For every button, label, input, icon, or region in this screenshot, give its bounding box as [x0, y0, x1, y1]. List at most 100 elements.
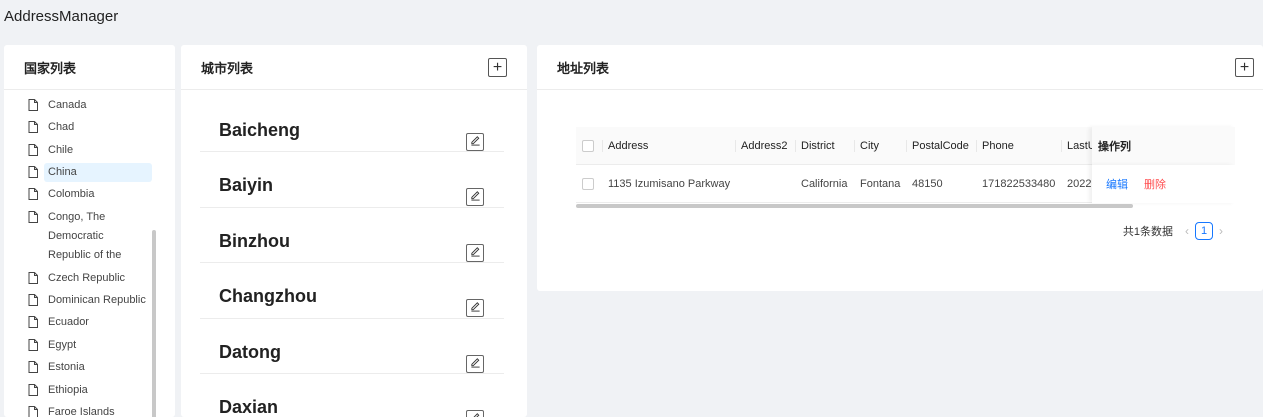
col-address2[interactable]: Address2	[735, 139, 795, 152]
country-item[interactable]: Ecuador	[4, 313, 152, 332]
edit-city-button[interactable]	[466, 188, 484, 207]
table-horizontal-scrollbar[interactable]	[576, 204, 1133, 208]
cell-actions: 编辑 删除	[1092, 165, 1235, 203]
country-item[interactable]: Egypt	[4, 336, 152, 355]
city-row[interactable]: Baiyin	[200, 152, 504, 208]
select-all-checkbox[interactable]	[582, 139, 594, 152]
country-item-label: Ecuador	[48, 316, 89, 328]
file-icon	[28, 338, 38, 351]
country-item-label: China	[44, 162, 152, 182]
row-checkbox[interactable]	[582, 177, 594, 190]
country-item-label: Colombia	[48, 188, 95, 200]
delete-address-link[interactable]: 删除	[1144, 176, 1166, 192]
city-panel-title: 城市列表	[201, 60, 254, 76]
edit-icon	[470, 410, 481, 417]
file-icon	[28, 383, 38, 396]
country-item-label: Dominican Republic	[48, 294, 146, 306]
city-row[interactable]: Datong	[200, 319, 504, 374]
edit-icon	[470, 244, 481, 262]
table-header: Address Address2 District City PostalCod…	[576, 127, 1235, 165]
country-item[interactable]: Congo, The Democratic Republic of the	[4, 208, 152, 265]
country-item[interactable]: China	[4, 162, 152, 182]
edit-icon	[470, 133, 481, 151]
app-title: AddressManager	[4, 8, 119, 25]
col-district[interactable]: District	[795, 139, 854, 152]
city-panel: 城市列表 + Baicheng Baiyin Binzhou Changzhou Dat…	[181, 45, 527, 417]
city-row[interactable]: Baicheng	[200, 97, 504, 153]
city-name: Daxian	[219, 396, 279, 417]
city-row[interactable]: Binzhou	[200, 208, 504, 264]
address-panel-header: 地址列表 +	[537, 45, 1263, 90]
city-row[interactable]: Changzhou	[200, 263, 504, 319]
address-panel: 地址列表 + Address Address2 District City Po…	[537, 45, 1263, 291]
prev-page-icon[interactable]: ‹	[1185, 224, 1189, 238]
cell-city: Fontana	[860, 177, 901, 190]
cell-address: 1135 Izumisano Parkway	[608, 177, 731, 190]
add-city-button[interactable]: +	[488, 58, 507, 77]
file-icon	[28, 271, 38, 284]
file-icon	[28, 316, 38, 328]
cell-district: California	[801, 177, 848, 190]
edit-icon	[470, 188, 481, 206]
select-all-cell	[576, 139, 602, 152]
country-item[interactable]: Ethiopia	[4, 381, 152, 400]
edit-icon	[470, 355, 481, 373]
city-row[interactable]: Daxian	[200, 374, 504, 417]
pagination-total: 共1条数据	[1122, 226, 1173, 238]
table-row: 1135 Izumisano Parkway California Fontan…	[576, 165, 1235, 203]
country-item[interactable]: Chad	[4, 118, 152, 137]
country-item-label: Egypt	[48, 338, 77, 351]
col-phone[interactable]: Phone	[976, 139, 1061, 152]
edit-city-button[interactable]	[466, 299, 484, 318]
add-address-button[interactable]: +	[1235, 58, 1254, 77]
country-panel-header: 国家列表	[4, 45, 175, 90]
address-panel-title: 地址列表	[557, 60, 610, 76]
country-item-label: Chad	[48, 121, 75, 133]
next-page-icon[interactable]: ›	[1219, 224, 1223, 238]
country-panel-title: 国家列表	[24, 60, 77, 76]
country-panel: 国家列表 Canada Chad Chile China Colombia Congo, …	[4, 45, 175, 417]
file-icon	[28, 211, 38, 223]
col-postal-code[interactable]: PostalCode	[906, 139, 976, 152]
country-item[interactable]: Colombia	[4, 185, 152, 204]
col-city[interactable]: City	[854, 139, 906, 152]
page-1-button[interactable]: 1	[1195, 222, 1213, 240]
city-list: Baicheng Baiyin Binzhou Changzhou Datong Daxi…	[200, 97, 504, 417]
file-icon	[28, 188, 38, 200]
country-scrollbar[interactable]	[152, 230, 156, 417]
country-item-label: Czech Republic	[48, 271, 126, 284]
file-icon	[28, 406, 38, 417]
address-table: Address Address2 District City PostalCod…	[576, 127, 1235, 203]
country-item-label: Canada	[48, 98, 87, 111]
city-name: Changzhou	[219, 286, 317, 307]
country-item[interactable]: Chile	[4, 141, 152, 160]
country-item[interactable]: Dominican Republic	[4, 291, 152, 310]
country-item-label: Chile	[48, 143, 74, 156]
country-item-label: Congo, The Democratic Republic of the	[48, 211, 122, 261]
country-item[interactable]: Canada	[4, 96, 152, 115]
city-name: Baiyin	[219, 175, 274, 196]
cell-postal-code: 48150	[912, 177, 943, 190]
edit-city-button[interactable]	[466, 354, 484, 373]
file-icon	[28, 143, 38, 156]
cell-phone: 171822533480	[982, 177, 1056, 190]
file-icon	[28, 361, 38, 373]
pagination: 共1条数据 ‹ 1 ›	[1123, 222, 1229, 240]
edit-city-button[interactable]	[466, 409, 484, 417]
country-item-label: Estonia	[48, 361, 85, 373]
file-icon	[28, 98, 38, 111]
country-item[interactable]: Czech Republic	[4, 269, 152, 288]
row-select-cell	[576, 177, 602, 190]
country-item-label: Faroe Islands	[48, 406, 115, 417]
edit-city-button[interactable]	[466, 133, 484, 151]
country-item[interactable]: Faroe Islands	[4, 403, 152, 417]
file-icon	[28, 121, 38, 133]
col-address[interactable]: Address	[602, 139, 735, 152]
city-name: Datong	[219, 341, 281, 362]
file-icon	[28, 294, 38, 306]
country-item[interactable]: Estonia	[4, 358, 152, 377]
edit-address-link[interactable]: 编辑	[1106, 176, 1128, 192]
city-panel-header: 城市列表 +	[181, 45, 527, 90]
file-icon	[28, 165, 38, 178]
edit-city-button[interactable]	[466, 243, 484, 262]
